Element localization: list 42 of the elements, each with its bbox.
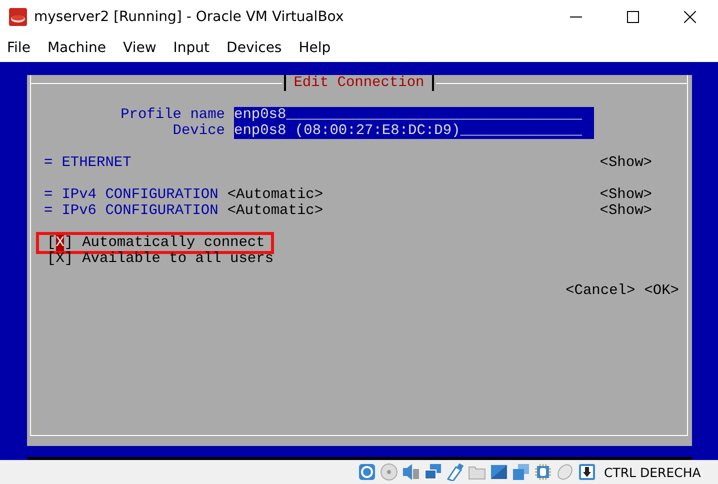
network-icon[interactable] <box>424 463 442 481</box>
chip-icon[interactable] <box>534 463 552 481</box>
section-marker: = <box>44 187 53 203</box>
section-marker: = <box>44 155 53 171</box>
section-heading: IPv4 CONFIGURATION <box>62 187 218 203</box>
section-marker: = <box>44 203 53 219</box>
dropdown-value[interactable]: <Automatic> <box>227 187 324 203</box>
windows-icon[interactable] <box>512 463 530 481</box>
menu-item[interactable]: Input <box>173 40 210 56</box>
menu-item[interactable]: Help <box>298 40 331 56</box>
optical-disc-icon[interactable] <box>380 463 398 481</box>
show-button[interactable]: <Show> <box>600 187 652 203</box>
display-icon[interactable] <box>490 463 508 481</box>
field-label: Profile name <box>120 107 226 123</box>
app-icon <box>8 6 28 26</box>
menu-item[interactable]: File <box>7 40 30 56</box>
dropdown-value[interactable]: <Automatic> <box>227 203 324 219</box>
dialog-title: Edit Connection <box>284 75 434 91</box>
checkbox-label: Automatically connect <box>82 235 265 251</box>
close-icon[interactable] <box>684 10 696 22</box>
dialog-button[interactable]: <Cancel> <box>566 283 636 299</box>
window-title: myserver2 [Running] - Oracle VM VirtualBox <box>34 8 344 24</box>
show-button[interactable]: <Show> <box>600 203 652 219</box>
host-key-label: CTRL DERECHA <box>604 464 701 480</box>
checkbox[interactable]: [X] <box>47 235 74 251</box>
section-heading: IPv6 CONFIGURATION <box>62 203 218 219</box>
arrow-down-icon[interactable] <box>578 463 596 481</box>
input-field[interactable]: enp0s8__________________________________ <box>234 107 594 123</box>
input-field[interactable]: enp0s8 (08:00:27:E8:DC:D9)______________ <box>234 123 594 139</box>
menu-item[interactable]: Devices <box>226 40 282 56</box>
maximize-icon[interactable] <box>627 10 639 22</box>
checkbox[interactable]: [X] <box>47 251 74 267</box>
usb-icon[interactable] <box>446 463 464 481</box>
dialog-button[interactable]: <OK> <box>644 283 679 299</box>
section-heading: ETHERNET <box>62 155 132 171</box>
menu-item[interactable]: Machine <box>47 40 106 56</box>
field-label: Device <box>172 123 226 139</box>
checkbox-label: Available to all users <box>82 251 274 267</box>
menu-item[interactable]: View <box>123 40 156 56</box>
speaker-icon[interactable] <box>402 463 420 481</box>
show-button[interactable]: <Show> <box>600 155 652 171</box>
hard-disk-icon[interactable] <box>358 463 376 481</box>
